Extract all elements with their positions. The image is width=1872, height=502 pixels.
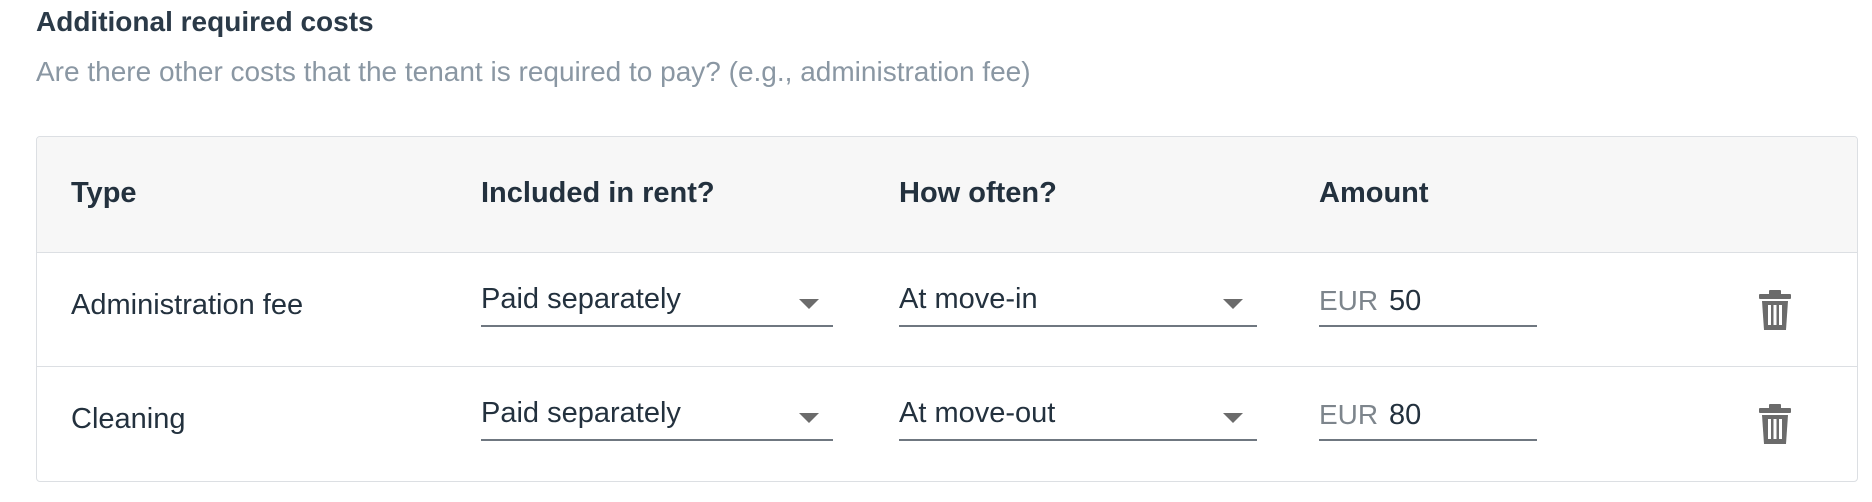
included-in-rent-select[interactable]: Paid separately [481,279,833,327]
table-row: Cleaning Paid separately At move-out EUR [37,367,1857,481]
additional-costs-section: Additional required costs Are there othe… [0,0,1872,502]
chevron-down-icon [799,299,819,309]
included-in-rent-select[interactable]: Paid separately [481,393,833,441]
amount-field: EUR [1319,393,1537,441]
costs-table: Type Included in rent? How often? Amount… [36,136,1858,482]
frequency-value: At move-out [899,397,1056,429]
header-type: Type [71,177,137,209]
frequency-select[interactable]: At move-in [899,279,1257,327]
cost-type: Cleaning [71,403,186,435]
header-amount: Amount [1319,177,1429,209]
frequency-select[interactable]: At move-out [899,393,1257,441]
cost-type: Administration fee [71,289,304,321]
amount-field: EUR [1319,279,1537,327]
section-title: Additional required costs [36,6,374,37]
table-row: Administration fee Paid separately At mo… [37,253,1857,367]
frequency-value: At move-in [899,283,1038,315]
header-frequency: How often? [899,177,1057,209]
table-header: Type Included in rent? How often? Amount [37,137,1857,253]
currency-label: EUR [1319,399,1379,430]
trash-icon[interactable] [1758,289,1792,331]
header-included: Included in rent? [481,177,715,209]
chevron-down-icon [799,413,819,423]
amount-input[interactable] [1389,279,1529,323]
section-subtitle: Are there other costs that the tenant is… [36,56,1031,87]
included-in-rent-value: Paid separately [481,397,681,429]
trash-icon[interactable] [1758,403,1792,445]
included-in-rent-value: Paid separately [481,283,681,315]
chevron-down-icon [1223,299,1243,309]
currency-label: EUR [1319,285,1379,316]
amount-input[interactable] [1389,393,1529,437]
chevron-down-icon [1223,413,1243,423]
